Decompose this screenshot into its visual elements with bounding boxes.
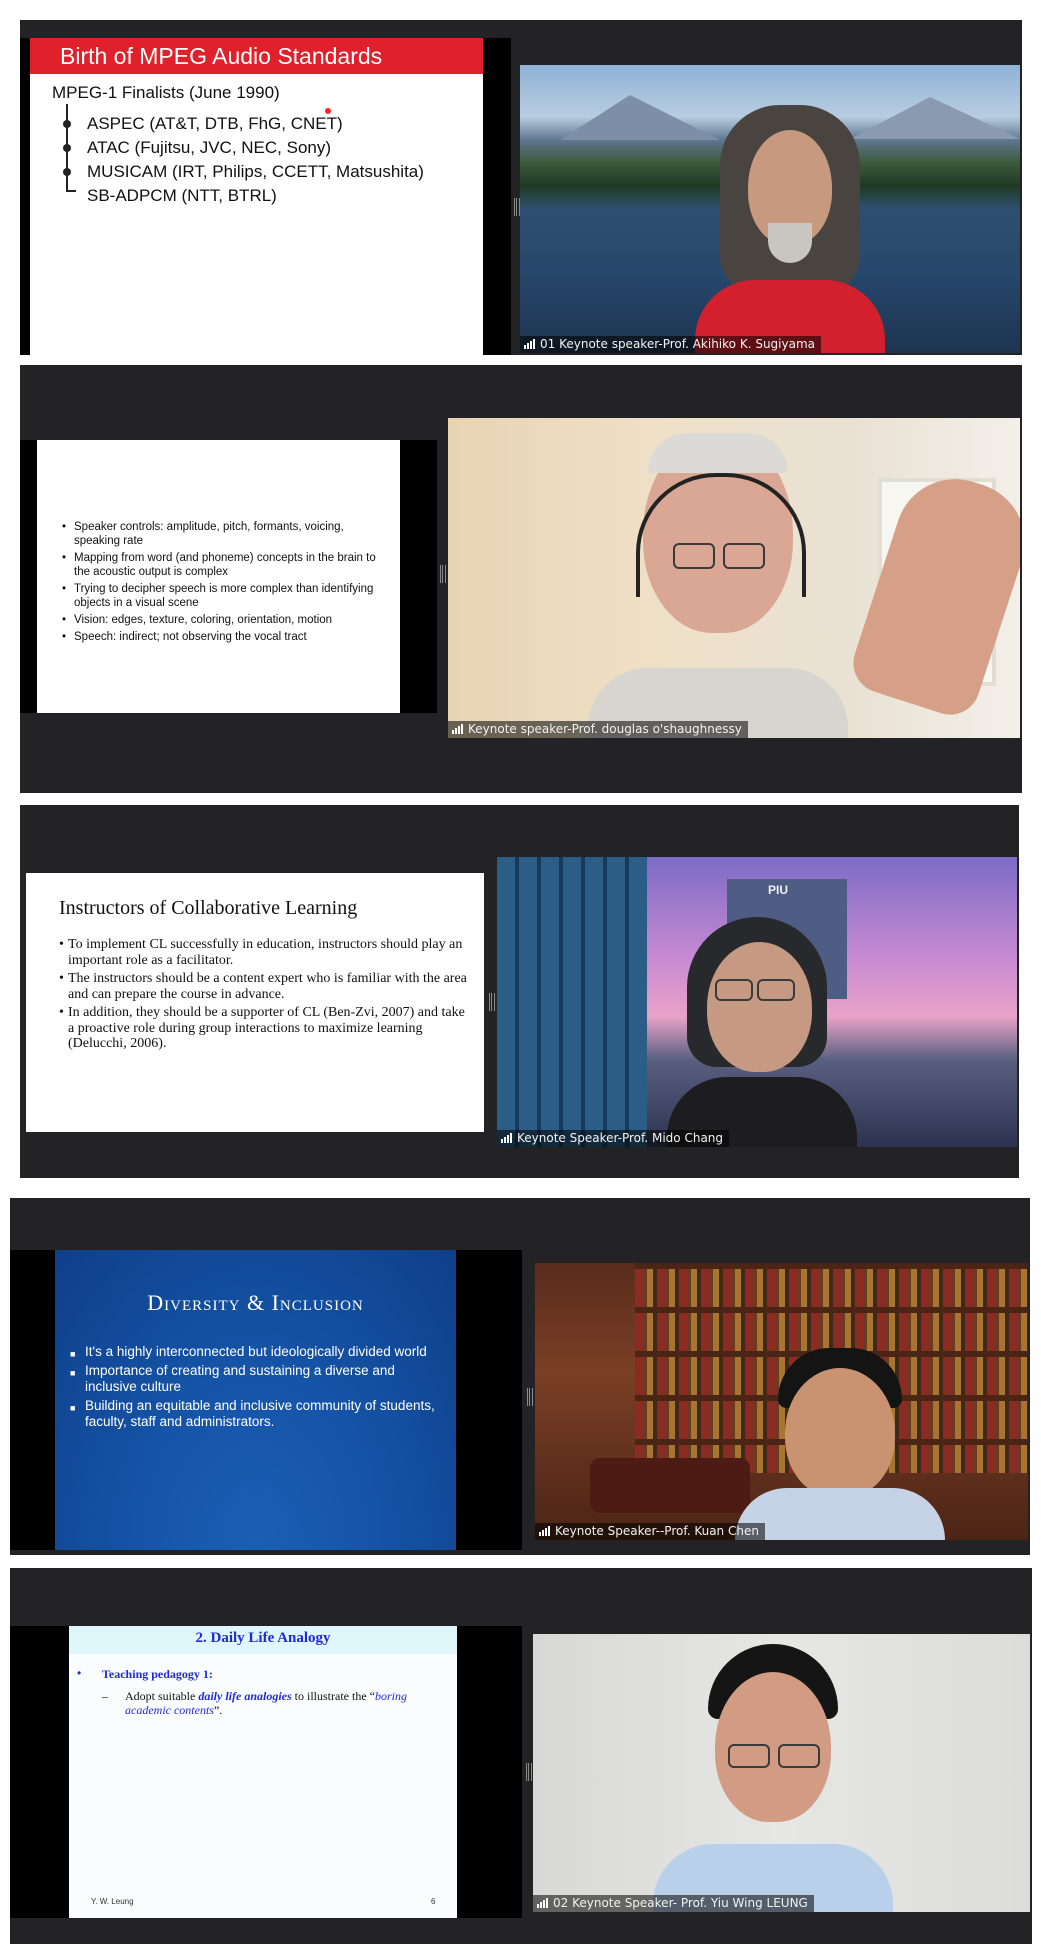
split-handle[interactable] [440,565,446,583]
bullet-item: ■ Building an equitable and inclusive com… [70,1398,435,1429]
bullet-item: • Mapping from word (and phoneme) concept… [62,552,376,578]
slide-title: 2. Daily Life Analogy [195,1630,331,1646]
signal-icon [524,339,535,349]
speaker-name-label: 01 Keynote speaker-Prof. Akihiko K. Sugi… [520,336,821,353]
split-handle[interactable] [527,1388,533,1406]
shared-slide-diversity: Diversity & Inclusion ■ It's a highly int… [55,1250,456,1550]
finalist-item: ATAC (Fujitsu, JVC, NEC, Sony) [87,138,332,157]
sub-dash: – [102,1689,108,1703]
slide-title: Diversity & Inclusion [147,1290,364,1315]
slide-title: Birth of MPEG Audio Standards [60,43,383,69]
speaker-name-label: Keynote speaker-Prof. douglas o'shaughne… [448,721,748,738]
building-sign: PIU [768,883,789,897]
meeting-panel-2: • Speaker controls: amplitude, pitch, for… [20,365,1022,793]
bullet-item: • Speaker controls: amplitude, pitch, for… [62,521,344,547]
laser-pointer [325,108,331,114]
speaker-video-sugiyama: 01 Keynote speaker-Prof. Akihiko K. Sugi… [520,65,1020,353]
speaker-video-oshaughnessy: Keynote speaker-Prof. douglas o'shaughne… [448,418,1020,738]
slide-footer-page: 6 [431,1897,436,1906]
bullet-list: • To implement CL successfully in educati… [59,937,474,1055]
signal-icon [501,1133,512,1143]
presenter [735,1348,945,1540]
speaker-name: Keynote Speaker-Prof. Mido Chang [517,1131,724,1145]
presenter [588,433,848,738]
speaker-video-leung: 02 Keynote Speaker- Prof. Yiu Wing LEUNG [533,1634,1030,1912]
bullet-item: • Speech: indirect; not observing the voc… [62,631,307,643]
speaker-name: 01 Keynote speaker-Prof. Akihiko K. Sugi… [540,337,815,351]
tree-dot-2 [63,144,71,152]
split-handle[interactable] [526,1763,532,1781]
shared-slide-mpeg: Birth of MPEG Audio Standards MPEG-1 Fin… [30,38,483,355]
signal-icon [452,724,463,734]
pedagogy-heading: Teaching pedagogy 1: [102,1667,213,1681]
bullet-item: ■ Importance of creating and sustaining a… [70,1363,395,1394]
slide-title: Instructors of Collaborative Learning [59,897,358,919]
signal-icon [539,1526,550,1536]
presenter [653,1644,893,1912]
split-handle[interactable] [489,993,495,1011]
bullet-item: ■ It's a highly interconnected but ideolo… [70,1344,427,1359]
glass-building [497,857,647,1147]
presenter [667,917,857,1147]
shared-slide-speech: • Speaker controls: amplitude, pitch, for… [37,440,400,713]
presenter [690,105,890,353]
shared-slide-collab: Instructors of Collaborative Learning • T… [26,873,484,1132]
finalist-item: SB-ADPCM (NTT, BTRL) [87,186,277,205]
finalist-item: ASPEC (AT&T, DTB, FhG, CNET) [87,114,343,133]
bullet-item: • The instructors should be a content exp… [59,971,467,1002]
pedagogy-detail: Adopt suitable daily life analogies to i… [125,1689,407,1717]
bullet-item: • Vision: edges, texture, coloring, orien… [62,614,333,626]
tree-dot-3 [63,168,71,176]
bullet-list: ■ It's a highly interconnected but ideolo… [70,1344,445,1433]
speaker-video-chen: Keynote Speaker--Prof. Kuan Chen [535,1263,1028,1540]
finalist-item: MUSICAM (IRT, Philips, CCETT, Matsushita… [87,162,424,181]
chesterfield-sofa [590,1458,750,1513]
speaker-video-chang: PIU Keynote Speaker-Prof. Mido Chang [497,857,1017,1147]
bullet-marker: • [77,1666,82,1680]
meeting-panel-1: Birth of MPEG Audio Standards MPEG-1 Fin… [20,20,1022,355]
speaker-name-label: Keynote Speaker-Prof. Mido Chang [497,1130,730,1147]
bullet-item: • In addition, they should be a supporter… [59,1005,465,1051]
bullet-list: • Speaker controls: amplitude, pitch, for… [62,520,382,647]
speaker-name-label: 02 Keynote Speaker- Prof. Yiu Wing LEUNG [533,1895,814,1912]
slide-subtitle: MPEG-1 Finalists (June 1990) [52,83,280,102]
tree-dot-1 [63,120,71,128]
analogy-emphasis: daily life analogies [198,1689,292,1703]
meeting-panel-5: 2. Daily Life Analogy • Teaching pedagog… [10,1568,1032,1944]
speaker-name: Keynote speaker-Prof. douglas o'shaughne… [468,722,742,736]
speaker-name-label: Keynote Speaker--Prof. Kuan Chen [535,1523,765,1540]
meeting-panel-4: Diversity & Inclusion ■ It's a highly int… [10,1198,1030,1555]
speaker-name: 02 Keynote Speaker- Prof. Yiu Wing LEUNG [553,1896,808,1910]
signal-icon [537,1898,548,1908]
tree-elbow [66,190,76,192]
speaker-name: Keynote Speaker--Prof. Kuan Chen [555,1524,759,1538]
bullet-item: • Trying to decipher speech is more compl… [62,583,374,609]
meeting-panel-3: Instructors of Collaborative Learning • T… [20,805,1019,1178]
shared-slide-analogy: 2. Daily Life Analogy • Teaching pedagog… [69,1626,457,1918]
slide-footer-author: Y. W. Leung [91,1897,134,1906]
bullet-item: • To implement CL successfully in educati… [59,937,463,968]
